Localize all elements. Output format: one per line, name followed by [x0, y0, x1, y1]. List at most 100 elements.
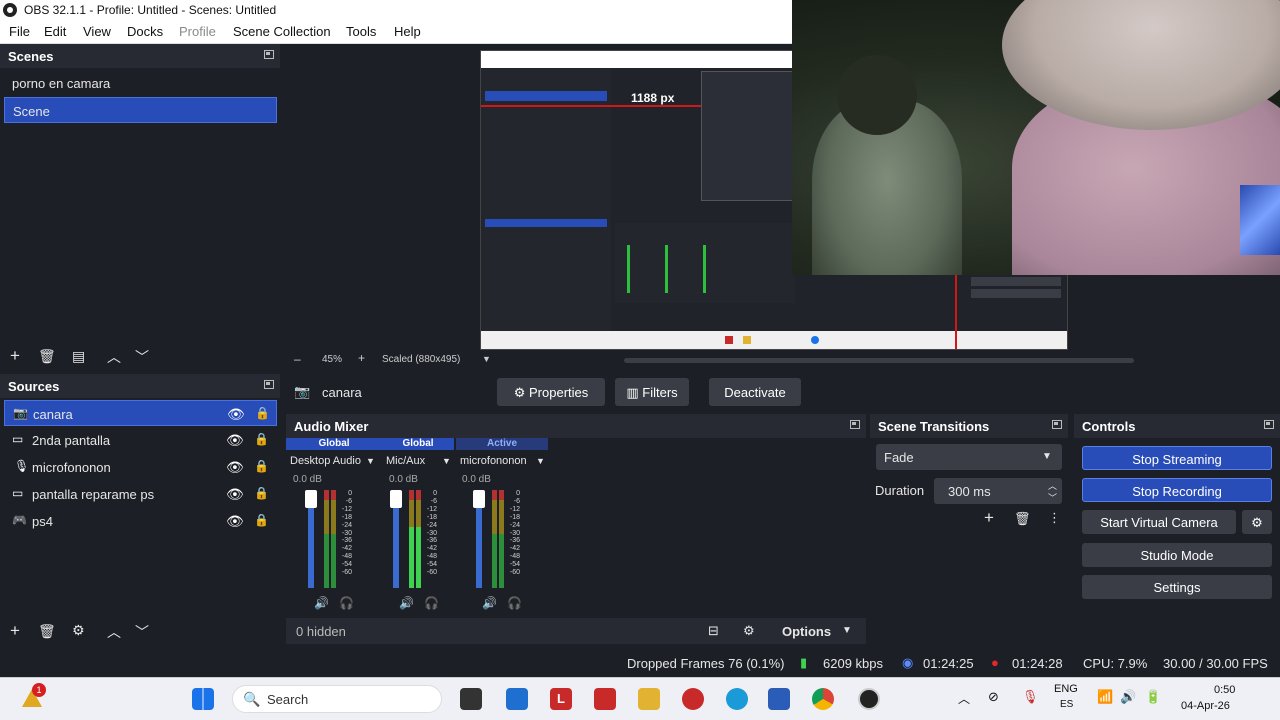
eye-icon[interactable]: 👁	[226, 486, 244, 503]
layout-icon[interactable]: ⊟	[708, 623, 719, 639]
preview-scrollbar[interactable]	[624, 358, 1134, 363]
channel-name[interactable]: Desktop Audio	[290, 455, 361, 467]
trash-icon[interactable]: 🗑	[1014, 511, 1031, 527]
filter-icon[interactable]: ▤	[72, 348, 85, 365]
eye-icon[interactable]: 👁	[226, 459, 244, 476]
speaker-icon[interactable]: 🔊	[482, 596, 497, 610]
stop-recording-button[interactable]: Stop Recording	[1082, 478, 1272, 502]
move-down-icon[interactable]: ﹀	[135, 347, 149, 367]
source-item[interactable]: ▭ pantalla reparame ps 👁 🔒	[4, 481, 277, 507]
undock-icon[interactable]	[1052, 420, 1062, 429]
channel-name[interactable]: Mic/Aux	[386, 455, 425, 467]
language-primary[interactable]: ENG	[1054, 683, 1078, 695]
menu-edit[interactable]: Edit	[44, 24, 66, 39]
lock-icon[interactable]: 🔒	[254, 432, 269, 446]
source-item[interactable]: ▭ 2nda pantalla 👁 🔒	[4, 427, 277, 453]
mcafee-icon[interactable]	[594, 688, 616, 710]
windows-start-icon[interactable]	[192, 688, 214, 710]
taskbar-search[interactable]: 🔍 Search	[232, 685, 442, 713]
warning-app-icon[interactable]: 1	[22, 683, 46, 709]
studio-mode-button[interactable]: Studio Mode	[1082, 543, 1272, 567]
menu-scene-collection[interactable]: Scene Collection	[233, 24, 331, 39]
duration-input[interactable]: 300 ms ︿ ﹀	[934, 478, 1062, 504]
move-up-icon[interactable]: ︿	[107, 347, 121, 367]
source-item[interactable]: 🎮 ps4 👁 🔒	[4, 508, 277, 534]
chevron-up-icon[interactable]: ︿	[958, 690, 970, 707]
advanced-audio-icon[interactable]: ⚙	[743, 623, 755, 639]
app-l-icon[interactable]: L	[550, 688, 572, 710]
eye-icon[interactable]: 👁	[227, 406, 245, 423]
headphones-icon[interactable]: 🎧	[424, 596, 439, 610]
headphones-icon[interactable]: 🎧	[507, 596, 522, 610]
menu-view[interactable]: View	[83, 24, 111, 39]
undock-icon[interactable]	[1264, 420, 1274, 429]
add-icon[interactable]: +	[10, 621, 20, 641]
add-icon[interactable]: +	[10, 346, 20, 366]
store-icon[interactable]	[506, 688, 528, 710]
properties-button[interactable]: ⚙ Properties	[497, 378, 605, 406]
chevron-down-icon[interactable]: ▼	[482, 354, 491, 364]
deactivate-button[interactable]: Deactivate	[709, 378, 801, 406]
lock-icon[interactable]: 🔒	[254, 459, 269, 473]
headphones-icon[interactable]: 🎧	[339, 596, 354, 610]
source-item-selected[interactable]: 📷 canara 👁 🔒	[4, 400, 277, 426]
more-icon[interactable]: ⋮	[1048, 510, 1061, 526]
network-off-icon[interactable]: ⊘	[988, 689, 999, 705]
battery-icon[interactable]: 🔋	[1145, 689, 1161, 705]
menu-help[interactable]: Help	[394, 24, 421, 39]
virtual-camera-settings-button[interactable]: ⚙	[1242, 510, 1272, 534]
speaker-icon[interactable]: 🔊	[399, 596, 414, 610]
options-button[interactable]: Options	[782, 624, 831, 639]
scene-item-selected[interactable]: Scene	[4, 97, 277, 123]
settings-button[interactable]: Settings	[1082, 575, 1272, 599]
trash-icon[interactable]: 🗑	[38, 623, 56, 640]
menu-file[interactable]: File	[9, 24, 30, 39]
volume-handle[interactable]	[473, 490, 485, 508]
transition-select[interactable]: Fade ▼	[876, 444, 1062, 470]
move-up-icon[interactable]: ︿	[107, 622, 121, 642]
gear-icon[interactable]: ⚙	[72, 622, 85, 639]
zoom-in-icon[interactable]: +	[358, 351, 365, 365]
volume-icon[interactable]: 🔊	[1120, 689, 1136, 705]
eye-icon[interactable]: 👁	[226, 432, 244, 449]
clock-date[interactable]: 04-Apr-26	[1181, 700, 1230, 712]
start-virtual-camera-button[interactable]: Start Virtual Camera	[1082, 510, 1236, 534]
eye-icon[interactable]: 👁	[226, 513, 244, 530]
undock-icon[interactable]	[264, 380, 274, 389]
speaker-icon[interactable]: 🔊	[314, 596, 329, 610]
chevron-down-icon[interactable]: ▼	[442, 456, 451, 466]
word-icon[interactable]	[768, 688, 790, 710]
clock-time[interactable]: 0:50	[1214, 684, 1235, 696]
move-down-icon[interactable]: ﹀	[135, 622, 149, 642]
chevron-down-icon[interactable]: ▼	[536, 456, 545, 466]
menu-tools[interactable]: Tools	[346, 24, 376, 39]
lock-icon[interactable]: 🔒	[254, 513, 269, 527]
undock-icon[interactable]	[850, 420, 860, 429]
file-explorer-icon[interactable]	[638, 688, 660, 710]
chevron-down-icon[interactable]: ﹀	[1048, 491, 1057, 504]
trash-icon[interactable]: 🗑	[38, 348, 56, 365]
language-secondary[interactable]: ES	[1060, 699, 1073, 710]
scene-item[interactable]: porno en camara	[4, 70, 276, 96]
lock-icon[interactable]: 🔒	[255, 406, 270, 420]
channel-name[interactable]: microfononon	[460, 455, 527, 467]
chevron-down-icon[interactable]: ▼	[842, 625, 852, 636]
add-icon[interactable]: +	[984, 508, 994, 528]
lock-icon[interactable]: 🔒	[254, 486, 269, 500]
volume-handle[interactable]	[390, 490, 402, 508]
menu-docks[interactable]: Docks	[127, 24, 163, 39]
chevron-down-icon[interactable]: ▼	[366, 456, 375, 466]
app-icon[interactable]	[682, 688, 704, 710]
mic-icon[interactable]: 🎙	[1022, 689, 1039, 705]
wifi-icon[interactable]: 📶	[1097, 689, 1113, 705]
undock-icon[interactable]	[264, 50, 274, 59]
task-view-icon[interactable]	[460, 688, 482, 710]
volume-handle[interactable]	[305, 490, 317, 508]
zoom-out-icon[interactable]: –	[294, 352, 301, 366]
chrome-icon[interactable]	[812, 688, 834, 710]
stop-streaming-button[interactable]: Stop Streaming	[1082, 446, 1272, 470]
obs-taskbar-icon[interactable]	[858, 688, 880, 710]
filters-button[interactable]: ▥ Filters	[615, 378, 689, 406]
edge-icon[interactable]	[726, 688, 748, 710]
source-item[interactable]: 🎙 microfononon 👁 🔒	[4, 454, 277, 480]
